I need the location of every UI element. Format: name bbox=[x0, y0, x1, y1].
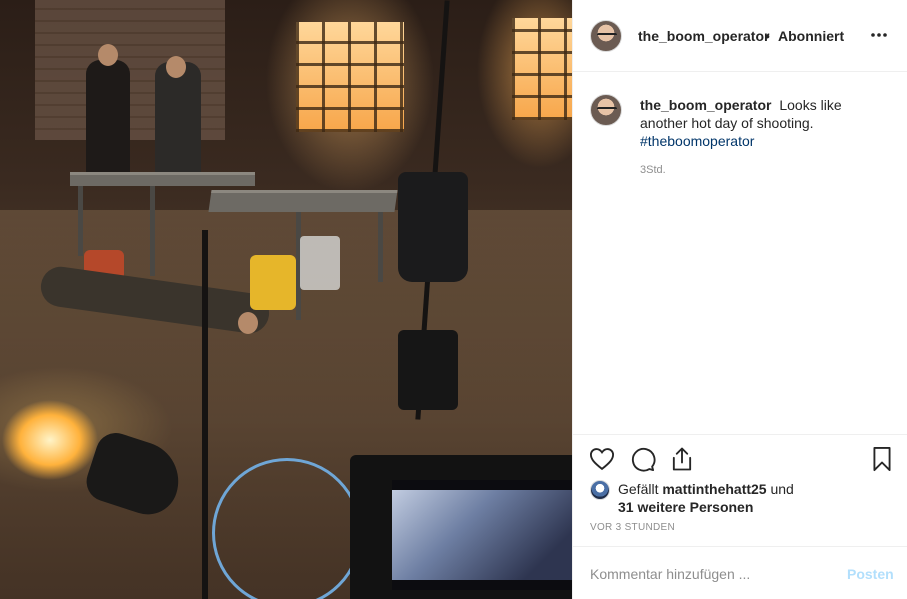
likes-text: Gefällt mattinthehatt25 und 31 weitere P… bbox=[618, 480, 794, 516]
window bbox=[296, 22, 404, 132]
yellow-jug bbox=[250, 255, 296, 310]
avatar-glasses bbox=[597, 33, 617, 38]
follow-status-button[interactable]: Abonniert bbox=[778, 28, 844, 44]
liker-avatar[interactable] bbox=[590, 480, 610, 500]
add-comment-bar: Posten bbox=[573, 546, 907, 599]
share-icon[interactable] bbox=[668, 445, 696, 473]
lab-table bbox=[70, 172, 255, 186]
standing-person bbox=[155, 62, 201, 182]
table-leg bbox=[78, 186, 83, 256]
blue-cable bbox=[212, 458, 362, 599]
comment-icon[interactable] bbox=[628, 445, 656, 473]
likes-others-link[interactable]: 31 weitere Personen bbox=[618, 499, 753, 515]
person-head bbox=[238, 312, 258, 334]
black-bag bbox=[398, 172, 468, 282]
bookmark-icon[interactable] bbox=[868, 445, 896, 473]
table-leg bbox=[378, 212, 383, 282]
post-header: the_boom_operator • Abonniert bbox=[573, 0, 907, 72]
monitor-bottom-bar bbox=[392, 580, 572, 590]
person-head bbox=[166, 56, 186, 78]
action-bar bbox=[573, 434, 907, 482]
monitor-screen bbox=[392, 480, 572, 590]
separator: • bbox=[765, 28, 770, 44]
monitor-top-bar bbox=[392, 480, 572, 490]
table-leg bbox=[150, 186, 155, 276]
heart-icon[interactable] bbox=[588, 445, 616, 473]
header-username[interactable]: the_boom_operator bbox=[638, 28, 769, 44]
sandbag bbox=[398, 330, 458, 410]
caption-text-block: the_boom_operator Looks like another hot… bbox=[640, 96, 870, 150]
more-horizontal-icon[interactable] bbox=[870, 22, 888, 43]
hashtag-link[interactable]: #theboomoperator bbox=[640, 133, 754, 149]
standing-person bbox=[86, 60, 130, 180]
likes-prefix: Gefällt bbox=[618, 481, 663, 497]
avatar[interactable] bbox=[590, 94, 622, 126]
liker-username[interactable]: mattinthehatt25 bbox=[662, 481, 766, 497]
caption-username[interactable]: the_boom_operator bbox=[640, 97, 771, 113]
window bbox=[512, 18, 572, 120]
post-sidebar: the_boom_operator • Abonniert the_boom_o… bbox=[572, 0, 907, 599]
lab-table bbox=[208, 190, 398, 212]
comment-input[interactable] bbox=[590, 566, 830, 582]
avatar[interactable] bbox=[590, 20, 622, 52]
light-stand bbox=[202, 230, 208, 599]
post-image[interactable] bbox=[0, 0, 572, 599]
likes-middle: und bbox=[766, 481, 794, 497]
avatar-glasses bbox=[597, 107, 617, 112]
caption-time[interactable]: 3Std. bbox=[640, 164, 666, 176]
person-head bbox=[98, 44, 118, 66]
plastic-crate bbox=[300, 236, 340, 290]
post-comment-button[interactable]: Posten bbox=[847, 566, 894, 582]
post-timestamp[interactable]: VOR 3 STUNDEN bbox=[590, 522, 675, 533]
